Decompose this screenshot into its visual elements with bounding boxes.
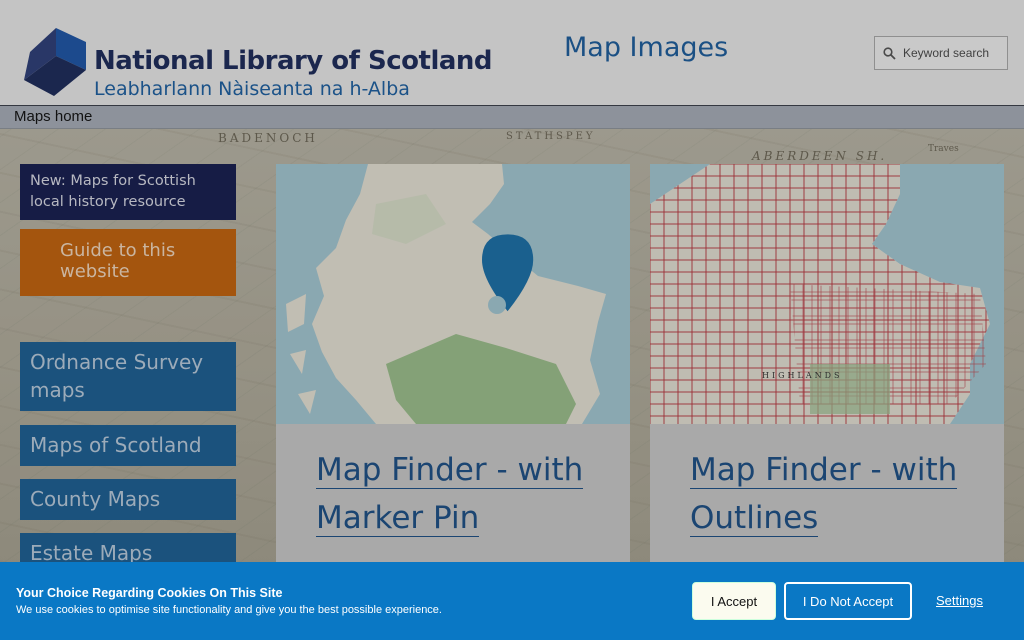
maps-home-link[interactable]: Maps home: [14, 108, 92, 125]
decline-cookies-button[interactable]: I Do Not Accept: [784, 582, 912, 620]
card-title[interactable]: Map Finder - with Marker Pin: [316, 446, 606, 542]
card-title[interactable]: Map Finder - with Outlines: [690, 446, 980, 542]
card-image-scotland-map[interactable]: [276, 164, 630, 424]
map-place-label: ABERDEEN SH.: [752, 149, 888, 163]
page-title[interactable]: Map Images: [564, 32, 728, 63]
logo-gaelic-name: Leabharlann Nàiseanta na h-Alba: [94, 78, 410, 100]
nls-logo[interactable]: National Library of Scotland Leabharlann…: [24, 28, 504, 102]
map-place-label: Traves: [928, 144, 959, 154]
sidebar-item-maps-of-scotland[interactable]: Maps of Scotland: [20, 425, 236, 466]
breadcrumb-bar: Maps home: [0, 105, 1024, 129]
search-icon: [883, 46, 896, 60]
logo-name: National Library of Scotland: [94, 46, 493, 76]
outlines-grid-map-image: HIGHLANDS: [650, 164, 1004, 424]
news-link-local-history[interactable]: New: Maps for Scottish local history res…: [20, 164, 236, 220]
card-map-finder-marker[interactable]: Map Finder - with Marker Pin: [276, 164, 630, 584]
scotland-map-image: [276, 164, 630, 424]
site-header: National Library of Scotland Leabharlann…: [0, 0, 1024, 105]
cookie-description: We use cookies to optimise site function…: [16, 604, 442, 616]
map-place-label: BADENOCH: [218, 131, 318, 145]
sidebar-item-ordnance-survey[interactable]: Ordnance Survey maps: [20, 342, 236, 411]
card-image-outlines-map[interactable]: HIGHLANDS: [650, 164, 1004, 424]
guide-button[interactable]: Guide to this website: [20, 229, 236, 296]
map-label-highlands: HIGHLANDS: [762, 371, 843, 380]
nls-logo-mark-icon: [24, 28, 86, 96]
sidebar-item-county-maps[interactable]: County Maps: [20, 479, 236, 520]
cookie-settings-link[interactable]: Settings: [936, 593, 983, 608]
search-box[interactable]: [874, 36, 1008, 70]
accept-cookies-button[interactable]: I Accept: [692, 582, 776, 620]
card-map-finder-outlines[interactable]: HIGHLANDS Map Finder - with Outlines: [650, 164, 1004, 584]
map-place-label: STATHSPEY: [506, 131, 596, 142]
cookie-title: Your Choice Regarding Cookies On This Si…: [16, 586, 283, 600]
search-input[interactable]: [903, 46, 1003, 60]
